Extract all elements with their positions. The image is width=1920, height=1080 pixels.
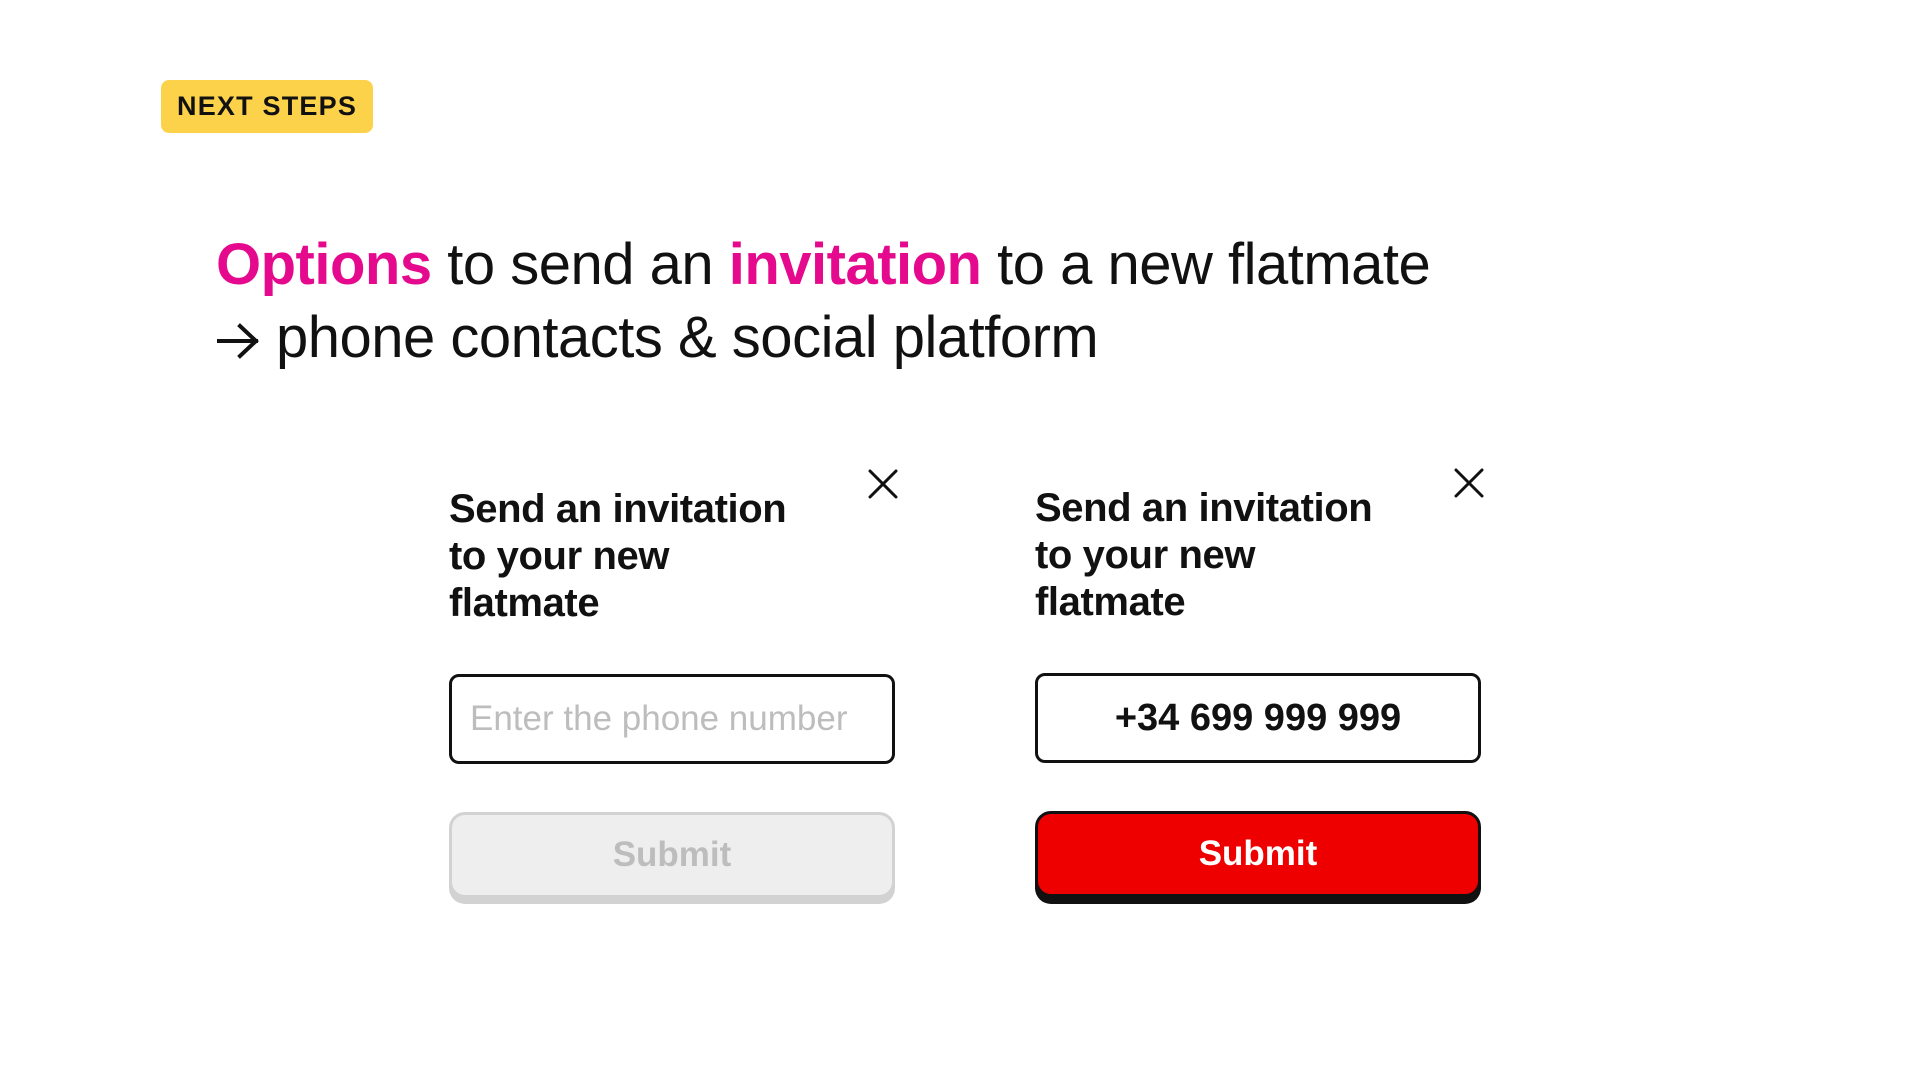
headline-line-2: phone contacts & social platform — [216, 301, 1430, 374]
headline-text: to a new flatmate — [981, 232, 1431, 297]
headline-text: to send an — [431, 232, 729, 297]
phone-number-input[interactable] — [449, 674, 895, 764]
headline-line-1: Options to send an invitation to a new f… — [216, 228, 1431, 301]
invite-card-filled: Send an invitation to your new flatmate … — [1035, 455, 1485, 915]
phone-number-input-filled[interactable]: +34 699 999 999 — [1035, 673, 1481, 763]
section-tag: NEXT STEPS — [161, 80, 374, 133]
close-icon[interactable] — [1453, 467, 1485, 499]
slide: NEXT STEPS Options to send an invitation… — [0, 0, 1920, 1080]
card-title: Send an invitation to your new flatmate — [449, 487, 787, 625]
headline-subtext: phone contacts & social platform — [276, 305, 1099, 370]
close-icon[interactable] — [867, 468, 899, 500]
arrow-right-icon — [216, 305, 262, 359]
headline-highlight-invitation: invitation — [728, 232, 982, 297]
submit-button-disabled[interactable]: Submit — [449, 812, 895, 898]
headline: Options to send an invitation to a new f… — [216, 228, 1431, 374]
card-title: Send an invitation to your new flatmate — [1035, 486, 1373, 624]
invite-card-empty: Send an invitation to your new flatmate … — [449, 456, 899, 916]
submit-button-active[interactable]: Submit — [1035, 811, 1481, 897]
headline-highlight-options: Options — [216, 232, 432, 297]
